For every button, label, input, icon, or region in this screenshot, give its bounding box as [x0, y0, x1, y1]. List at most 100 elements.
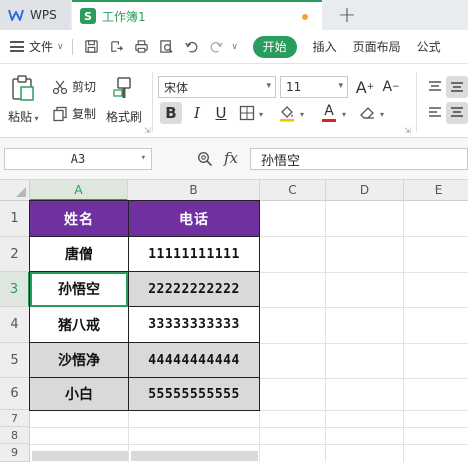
undo-icon[interactable] — [182, 37, 202, 57]
redo-icon[interactable] — [207, 37, 227, 57]
underline-button[interactable]: U — [210, 102, 232, 124]
paste-button[interactable]: 粘贴 ▾ — [8, 74, 39, 125]
spreadsheet-icon: S — [80, 8, 96, 24]
ribbon-toolbar: 粘贴 ▾ 剪切 复制 格式刷 ⇲ 宋体 ▾ 11 ▾ A + A − B I U… — [0, 64, 468, 138]
row-header-4[interactable]: 4 — [0, 307, 30, 343]
format-painter-icon — [113, 77, 131, 98]
file-menu[interactable]: 文件 ∨ — [10, 35, 64, 59]
gridline — [259, 410, 260, 462]
row-header-9[interactable]: 9 — [0, 444, 30, 462]
format-painter-label: 格式刷 — [106, 110, 143, 124]
borders-button[interactable] — [236, 102, 258, 124]
table-cell-phone[interactable]: 22222222222 — [129, 272, 260, 307]
column-header-a[interactable]: A — [30, 180, 128, 201]
tab-workbook[interactable]: S 工作簿1 — [72, 0, 322, 30]
hamburger-icon — [10, 41, 24, 52]
row-header-1[interactable]: 1 — [0, 201, 30, 237]
table-header-cell-phone[interactable]: 电话 — [129, 201, 260, 237]
clear-format-button[interactable] — [356, 102, 378, 124]
tab-start[interactable]: 开始 — [252, 35, 297, 58]
font-launcher-icon[interactable]: ⇲ — [404, 126, 411, 135]
insert-function-button[interactable]: fx — [224, 149, 238, 167]
copy-button[interactable]: 复制 — [52, 105, 96, 122]
table-cell-phone[interactable]: 44444444444 — [129, 343, 260, 378]
gridline — [128, 410, 129, 462]
align-center-button[interactable] — [446, 102, 468, 124]
table-cell-name[interactable]: 小白 — [30, 378, 129, 411]
gridline — [30, 444, 468, 445]
cell-fill-stub — [32, 451, 128, 461]
fill-color-button[interactable] — [276, 102, 298, 124]
title-bar: WPS S 工作簿1 + — [0, 0, 468, 30]
select-all-corner[interactable] — [0, 180, 30, 201]
table-cell-phone[interactable]: 33333333333 — [129, 307, 260, 343]
table-cell-name[interactable]: 唐僧 — [30, 237, 129, 272]
paint-bucket-icon — [280, 106, 294, 122]
row-header-8[interactable]: 8 — [0, 427, 30, 444]
add-tab-button[interactable]: + — [336, 2, 358, 28]
increase-font-button[interactable]: A + — [354, 76, 376, 98]
tab-workbook-label: 工作簿1 — [102, 9, 146, 24]
tab-formulas[interactable]: 公式 — [417, 38, 441, 55]
tab-wps-home[interactable]: WPS — [0, 0, 70, 30]
tab-page-layout[interactable]: 页面布局 — [353, 38, 401, 55]
zoom-search-icon[interactable] — [197, 151, 213, 167]
file-menu-label: 文件 — [29, 40, 54, 54]
row-header-7[interactable]: 7 — [0, 410, 30, 427]
align-top-button[interactable] — [424, 76, 446, 98]
copy-label: 复制 — [72, 107, 97, 121]
column-header-b[interactable]: B — [128, 180, 260, 201]
chevron-down-icon[interactable]: ▾ — [342, 110, 346, 119]
gridline — [30, 427, 468, 428]
italic-button[interactable]: I — [186, 102, 208, 124]
print-icon[interactable] — [132, 37, 152, 57]
gridline — [325, 201, 326, 462]
print-preview-icon[interactable] — [157, 37, 177, 57]
chevron-down-icon: ∨ — [57, 41, 64, 52]
column-header-c[interactable]: C — [260, 180, 326, 201]
align-middle-button[interactable] — [446, 76, 468, 98]
table-cell-name[interactable]: 孙悟空 — [30, 272, 129, 307]
divider — [152, 72, 153, 132]
align-top-icon — [429, 81, 441, 91]
formula-input[interactable]: 孙悟空 — [250, 148, 468, 170]
font-size-select[interactable]: 11 ▾ — [280, 76, 348, 98]
row-header-6[interactable]: 6 — [0, 378, 30, 410]
decrease-font-button[interactable]: A − — [380, 76, 402, 98]
wps-logo-icon — [8, 8, 24, 22]
column-header-e[interactable]: E — [404, 180, 468, 201]
chevron-down-icon[interactable]: ▾ — [259, 110, 263, 119]
format-painter-button[interactable]: 格式刷 — [106, 74, 142, 125]
increase-font-label: A — [355, 77, 367, 97]
align-left-button[interactable] — [424, 102, 446, 124]
font-color-button[interactable]: A — [318, 102, 340, 124]
clipboard-launcher-icon[interactable]: ⇲ — [144, 126, 151, 135]
table-cell-phone[interactable]: 55555555555 — [129, 378, 260, 411]
borders-icon — [239, 105, 255, 121]
tab-insert[interactable]: 插入 — [313, 38, 337, 55]
chevron-down-icon: ▾ — [338, 81, 343, 91]
row-header-3[interactable]: 3 — [0, 272, 30, 307]
row-header-2[interactable]: 2 — [0, 237, 30, 272]
chevron-down-icon[interactable]: ▾ — [300, 110, 304, 119]
chevron-down-icon[interactable]: ▾ — [380, 110, 384, 119]
eraser-icon — [360, 107, 374, 119]
name-box[interactable]: A3 ▾ — [4, 148, 152, 170]
row-header-5[interactable]: 5 — [0, 343, 30, 378]
gridline — [260, 236, 468, 237]
spreadsheet-grid: A B C D E 1 2 3 4 5 6 7 8 9 姓名 电话 唐僧 111… — [0, 180, 468, 462]
save-icon[interactable] — [82, 37, 102, 57]
cut-button[interactable]: 剪切 — [52, 78, 96, 95]
table-cell-name[interactable]: 沙悟净 — [30, 343, 129, 378]
table-cell-phone[interactable]: 11111111111 — [129, 237, 260, 272]
chevron-down-icon[interactable]: ∨ — [229, 37, 241, 57]
export-icon[interactable] — [107, 37, 127, 57]
decrease-font-label: A — [382, 79, 393, 95]
formula-bar: A3 ▾ fx 孙悟空 — [0, 138, 468, 180]
table-cell-name[interactable]: 猪八戒 — [30, 307, 129, 343]
menu-bar: 文件 ∨ ∨ 开始 插入 页面布局 公式 — [0, 30, 468, 64]
font-name-select[interactable]: 宋体 ▾ — [158, 76, 276, 98]
column-header-d[interactable]: D — [326, 180, 404, 201]
bold-button[interactable]: B — [160, 102, 182, 124]
table-header-cell-name[interactable]: 姓名 — [30, 201, 129, 237]
